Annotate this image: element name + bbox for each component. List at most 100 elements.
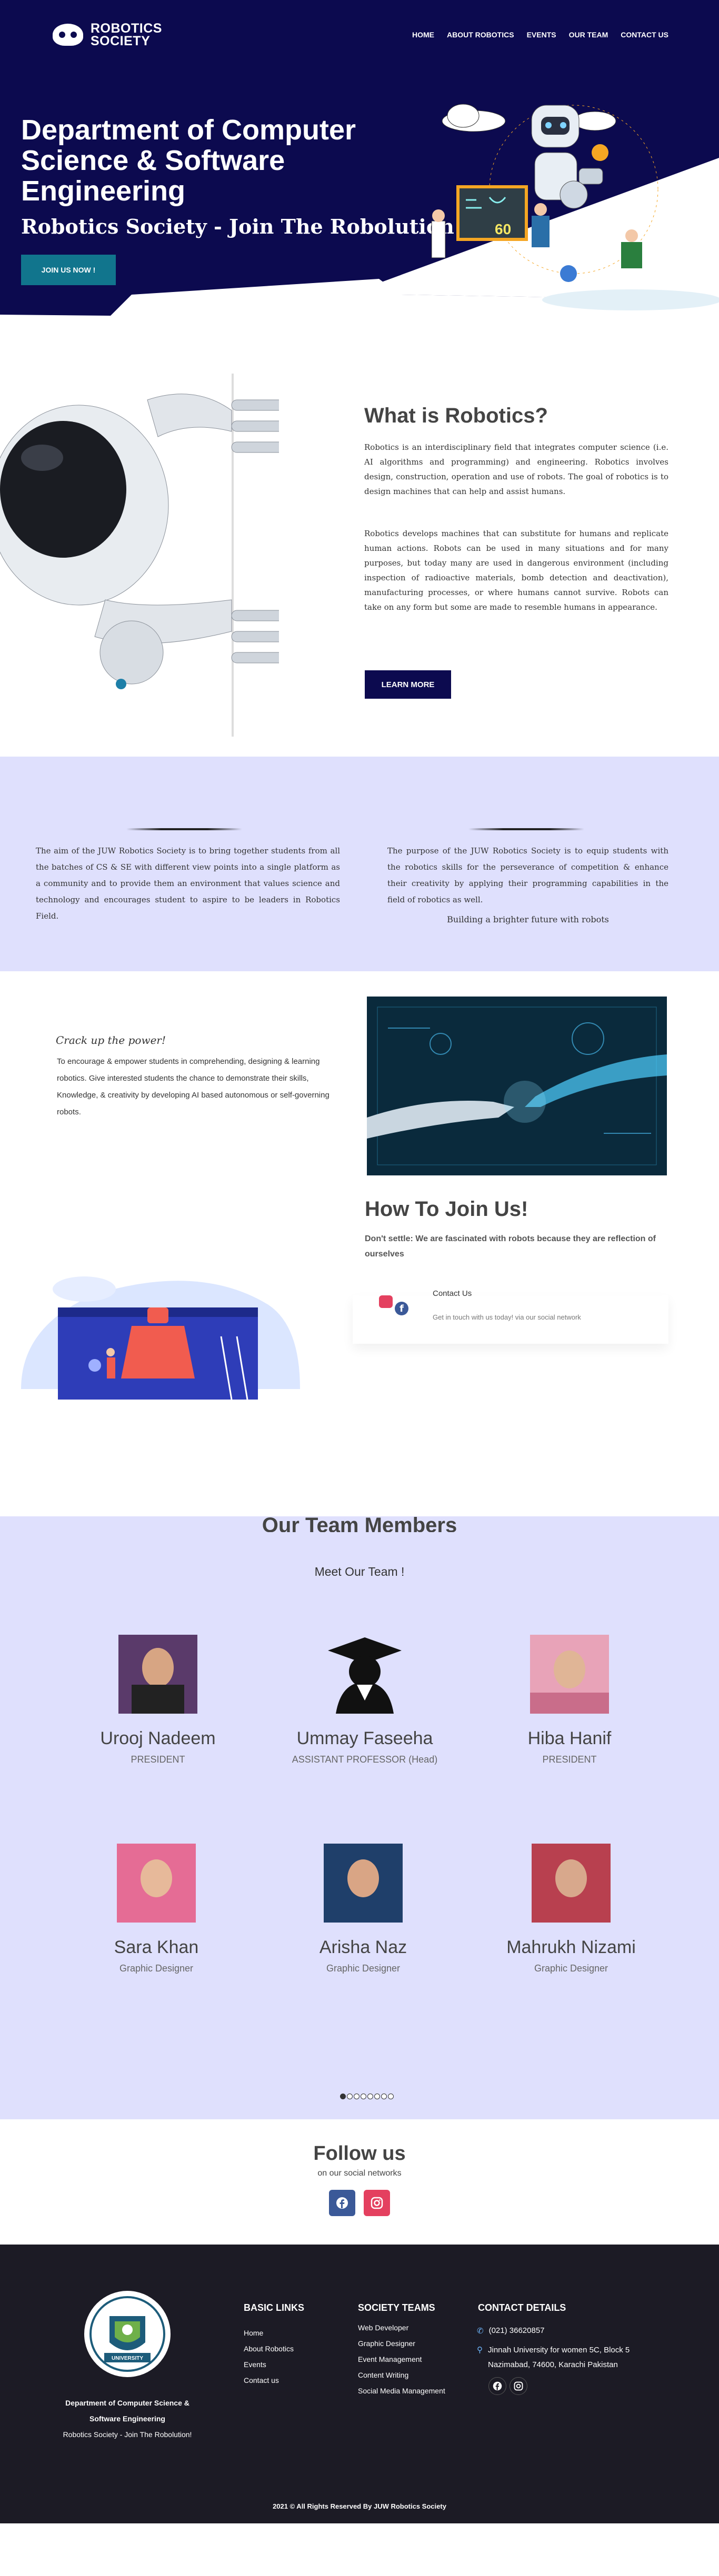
copyright: 2021 © All Rights Reserved By JUW Roboti… bbox=[273, 2502, 446, 2510]
carousel-dot[interactable] bbox=[361, 2094, 366, 2099]
carousel-dot[interactable] bbox=[354, 2094, 359, 2099]
carousel-dots bbox=[340, 2094, 394, 2099]
location-pin-icon: ⚲ bbox=[477, 2346, 483, 2354]
member-name: Hiba Hanif bbox=[527, 1728, 612, 1748]
member-name: Urooj Nadeem bbox=[100, 1728, 216, 1748]
member-role: PRESIDENT bbox=[131, 1754, 185, 1765]
member-name: Mahrukh Nizami bbox=[506, 1937, 636, 1957]
footer-org-line2: Software Engineering bbox=[89, 2414, 165, 2423]
divider-stroke bbox=[468, 828, 584, 830]
instagram-icon[interactable] bbox=[510, 2377, 527, 2395]
follow-title: Follow us bbox=[313, 2142, 406, 2165]
society-teams-title: SOCIETY TEAMS bbox=[358, 2302, 435, 2313]
member-name: Arisha Naz bbox=[319, 1937, 407, 1957]
hero-title: Department of Computer Science & Softwar… bbox=[21, 114, 356, 207]
join-title: How To Join Us! bbox=[365, 1198, 528, 1221]
team-subtitle: Meet Our Team ! bbox=[314, 1565, 405, 1578]
aims-section: The aim of the JUW Robotics Society is t… bbox=[0, 757, 719, 971]
logo-text-line2: SOCIETY bbox=[91, 34, 151, 48]
graduate-avatar-icon bbox=[325, 1635, 404, 1714]
join-us-button[interactable]: JOIN US NOW ! bbox=[21, 255, 116, 285]
team-member: Urooj Nadeem PRESIDENT bbox=[63, 1635, 253, 1765]
learn-more-button[interactable]: LEARN MORE bbox=[365, 670, 451, 699]
footer-org: Department of Computer Science & Softwar… bbox=[48, 2395, 206, 2442]
contact-details-title: CONTACT DETAILS bbox=[478, 2302, 566, 2313]
robot-lab-illustration bbox=[21, 1276, 300, 1400]
team-web-developer: Web Developer bbox=[358, 2323, 409, 2332]
footer-link-events[interactable]: Events bbox=[244, 2360, 294, 2369]
seal-text: UNIVERSITY bbox=[112, 2356, 143, 2361]
member-name: Sara Khan bbox=[114, 1937, 199, 1957]
team-title: Our Team Members bbox=[262, 1516, 457, 1532]
footer-tagline: Robotics Society - Join The Robolution! bbox=[63, 2430, 192, 2439]
footer-link-about-robotics[interactable]: About Robotics bbox=[244, 2344, 294, 2353]
tagline: Building a brighter future with robots bbox=[447, 914, 609, 924]
member-role: ASSISTANT PROFESSOR (Head) bbox=[292, 1754, 438, 1765]
member-photo bbox=[324, 1844, 403, 1923]
facebook-icon: f bbox=[395, 1302, 408, 1315]
peeking-robot-image bbox=[0, 374, 279, 737]
team-member: Hiba Hanif PRESIDENT bbox=[475, 1635, 664, 1765]
nav-contact-us[interactable]: CONTACT US bbox=[621, 31, 668, 39]
carousel-dot[interactable] bbox=[374, 2094, 380, 2099]
main-nav: HOME ABOUT ROBOTICS EVENTS OUR TEAM CONT… bbox=[412, 31, 668, 39]
logo-text-line1: ROBOTICS bbox=[91, 21, 162, 36]
contact-card-text: Get in touch with us today! via our soci… bbox=[433, 1313, 581, 1321]
team-member: Arisha Naz Graphic Designer bbox=[268, 1844, 458, 1974]
team-event-management: Event Management bbox=[358, 2355, 422, 2363]
ai-hand-image bbox=[367, 997, 667, 1175]
footer-link-home[interactable]: Home bbox=[244, 2329, 294, 2337]
member-photo bbox=[117, 1844, 196, 1923]
facebook-icon[interactable] bbox=[488, 2377, 506, 2395]
crack-text: To encourage & empower students in compr… bbox=[57, 1057, 329, 1116]
instagram-icon bbox=[379, 1295, 393, 1308]
about-paragraph-2: Robotics develops machines that can subs… bbox=[364, 529, 668, 612]
university-seal-logo: UNIVERSITY bbox=[84, 2291, 171, 2377]
footer: UNIVERSITY Department of Computer Scienc… bbox=[0, 2245, 719, 2523]
contact-card[interactable]: f Contact Us Get in touch with us today!… bbox=[353, 1289, 668, 1344]
aim-text: The aim of the JUW Robotics Society is t… bbox=[36, 846, 340, 921]
social-links bbox=[329, 2190, 390, 2216]
nav-our-team[interactable]: OUR TEAM bbox=[569, 31, 608, 39]
member-name: Ummay Faseeha bbox=[296, 1728, 433, 1748]
instagram-icon[interactable] bbox=[364, 2190, 390, 2216]
about-title: What is Robotics? bbox=[364, 404, 548, 427]
follow-subtitle: on our social networks bbox=[317, 2169, 402, 2178]
team-section: Our Team Members Meet Our Team ! Urooj N… bbox=[0, 1516, 719, 2119]
footer-org-line1: Department of Computer Science & bbox=[65, 2399, 189, 2407]
facebook-icon[interactable] bbox=[329, 2190, 355, 2216]
footer-link-contact-us[interactable]: Contact us bbox=[244, 2376, 294, 2384]
contact-card-title: Contact Us bbox=[433, 1289, 472, 1296]
footer-social bbox=[488, 2377, 527, 2395]
carousel-dot[interactable] bbox=[340, 2094, 346, 2099]
carousel-dot[interactable] bbox=[381, 2094, 387, 2099]
crack-title: Crack up the power! bbox=[56, 1034, 166, 1046]
divider-stroke bbox=[126, 828, 242, 830]
robots-illustration: 60 bbox=[431, 104, 658, 282]
member-role: PRESIDENT bbox=[542, 1754, 597, 1765]
member-role: Graphic Designer bbox=[326, 1963, 401, 1974]
team-member: Sara Khan Graphic Designer bbox=[62, 1844, 251, 1974]
member-role: Graphic Designer bbox=[534, 1963, 608, 1974]
carousel-dot[interactable] bbox=[367, 2094, 373, 2099]
nav-home[interactable]: HOME bbox=[412, 31, 434, 39]
team-member: Mahrukh Nizami Graphic Designer bbox=[476, 1844, 666, 1974]
team-content-writing: Content Writing bbox=[358, 2371, 409, 2379]
basic-links-title: BASIC LINKS bbox=[244, 2302, 305, 2313]
about-paragraph-1: Robotics is an interdisciplinary field t… bbox=[364, 442, 668, 496]
hero-subtitle: Robotics Society - Join The Robolution bbox=[21, 215, 454, 238]
nav-events[interactable]: EVENTS bbox=[527, 31, 556, 39]
carousel-dot[interactable] bbox=[388, 2094, 394, 2099]
phone-icon: ✆ bbox=[477, 2327, 484, 2336]
member-role: Graphic Designer bbox=[119, 1963, 194, 1974]
carousel-dot[interactable] bbox=[347, 2094, 353, 2099]
footer-phone[interactable]: (021) 36620857 bbox=[489, 2326, 545, 2336]
team-graphic-designer: Graphic Designer bbox=[358, 2339, 415, 2348]
member-photo bbox=[532, 1844, 611, 1923]
nav-about-robotics[interactable]: ABOUT ROBOTICS bbox=[447, 31, 514, 39]
footer-address: Jinnah University for women 5C, Block 5 … bbox=[488, 2346, 630, 2369]
hero-section: ROBOTICS SOCIETY HOME ABOUT ROBOTICS EVE… bbox=[0, 0, 719, 353]
member-photo bbox=[530, 1635, 609, 1714]
team-member: Ummay Faseeha ASSISTANT PROFESSOR (Head) bbox=[270, 1635, 460, 1765]
logo[interactable]: ROBOTICS SOCIETY bbox=[53, 21, 162, 48]
